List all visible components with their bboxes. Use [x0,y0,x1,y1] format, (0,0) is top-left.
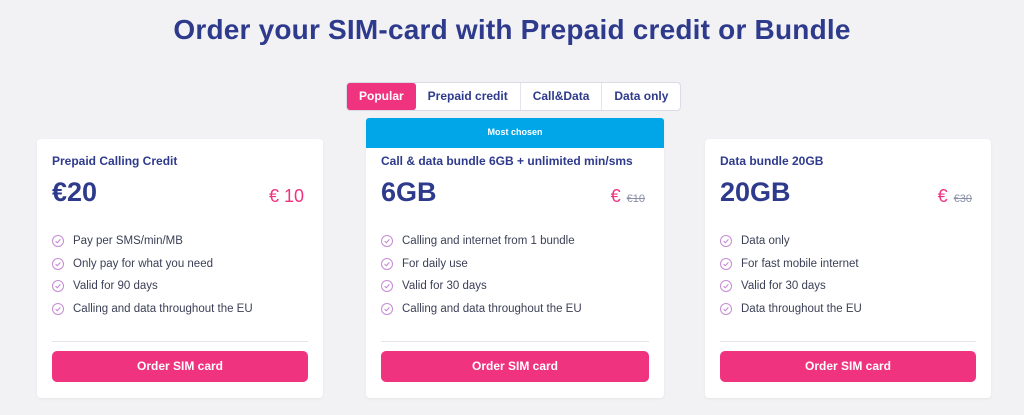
feature-text: Calling and data throughout the EU [73,302,253,315]
check-circle-icon [381,235,393,248]
feature-text: For fast mobile internet [741,257,859,270]
check-circle-icon [720,235,732,248]
plan-price: € €10 [611,186,645,207]
feature-list: Pay per SMS/min/MB Only pay for what you… [52,230,308,320]
list-item: Pay per SMS/min/MB [52,230,308,253]
list-item: Valid for 30 days [381,275,649,298]
plan-tabs: Popular Prepaid credit Call&Data Data on… [346,82,682,111]
divider [381,341,649,342]
price-currency: € [610,186,621,206]
plan-card-prepaid: Prepaid Calling Credit €20 € 10 Pay per … [37,139,323,398]
price-value: 10 [283,186,304,206]
check-circle-icon [52,257,64,270]
check-circle-icon [52,280,64,293]
list-item: Data throughout the EU [720,298,976,321]
feature-text: Pay per SMS/min/MB [73,235,183,248]
feature-text: For daily use [402,257,468,270]
check-circle-icon [720,280,732,293]
most-chosen-badge: Most chosen [366,118,664,148]
list-item: Calling and data throughout the EU [52,298,308,321]
feature-text: Valid for 30 days [741,280,826,293]
plan-value: 20GB [720,177,791,207]
order-sim-button[interactable]: Order SIM card [52,351,308,382]
feature-text: Valid for 30 days [402,280,487,293]
price-currency: € [937,186,948,206]
list-item: For daily use [381,253,649,276]
tab-data-only[interactable]: Data only [602,83,680,110]
feature-text: Only pay for what you need [73,257,213,270]
check-circle-icon [720,257,732,270]
order-sim-button[interactable]: Order SIM card [381,351,649,382]
plan-card-call-data: Most chosen Call & data bundle 6GB + unl… [366,118,664,398]
tab-popular[interactable]: Popular [347,83,416,110]
tab-call-data[interactable]: Call&Data [521,83,603,110]
plan-value: 6GB [381,177,437,207]
list-item: Calling and data throughout the EU [381,298,649,321]
list-item: Only pay for what you need [52,253,308,276]
price-currency: € [268,186,279,206]
plan-price: € €30 [938,186,972,207]
divider [52,341,308,342]
check-circle-icon [720,302,732,315]
feature-list: Data only For fast mobile internet Valid… [720,230,976,320]
feature-text: Calling and internet from 1 bundle [402,235,575,248]
list-item: For fast mobile internet [720,253,976,276]
page-title: Order your SIM-card with Prepaid credit … [173,14,851,45]
plan-card-data-only: Data bundle 20GB 20GB € €30 Data only Fo… [705,139,991,398]
list-item: Data only [720,230,976,253]
plan-subtitle: Prepaid Calling Credit [52,154,178,168]
list-item: Calling and internet from 1 bundle [381,230,649,253]
check-circle-icon [381,302,393,315]
plan-subtitle: Call & data bundle 6GB + unlimited min/s… [381,154,633,168]
feature-list: Calling and internet from 1 bundle For d… [381,230,649,320]
check-circle-icon [381,280,393,293]
plan-value: €20 [52,177,98,207]
list-item: Valid for 90 days [52,275,308,298]
divider [720,341,976,342]
order-sim-button[interactable]: Order SIM card [720,351,976,382]
list-item: Valid for 30 days [720,275,976,298]
feature-text: Calling and data throughout the EU [402,302,582,315]
feature-text: Valid for 90 days [73,280,158,293]
plan-subtitle: Data bundle 20GB [720,154,824,168]
check-circle-icon [52,302,64,315]
feature-text: Data throughout the EU [741,302,862,315]
check-circle-icon [381,257,393,270]
check-circle-icon [52,235,64,248]
price-old: €30 [953,193,972,205]
price-old: €10 [626,193,645,205]
plan-price: € 10 [269,186,304,207]
tab-prepaid-credit[interactable]: Prepaid credit [416,83,521,110]
feature-text: Data only [741,235,790,248]
